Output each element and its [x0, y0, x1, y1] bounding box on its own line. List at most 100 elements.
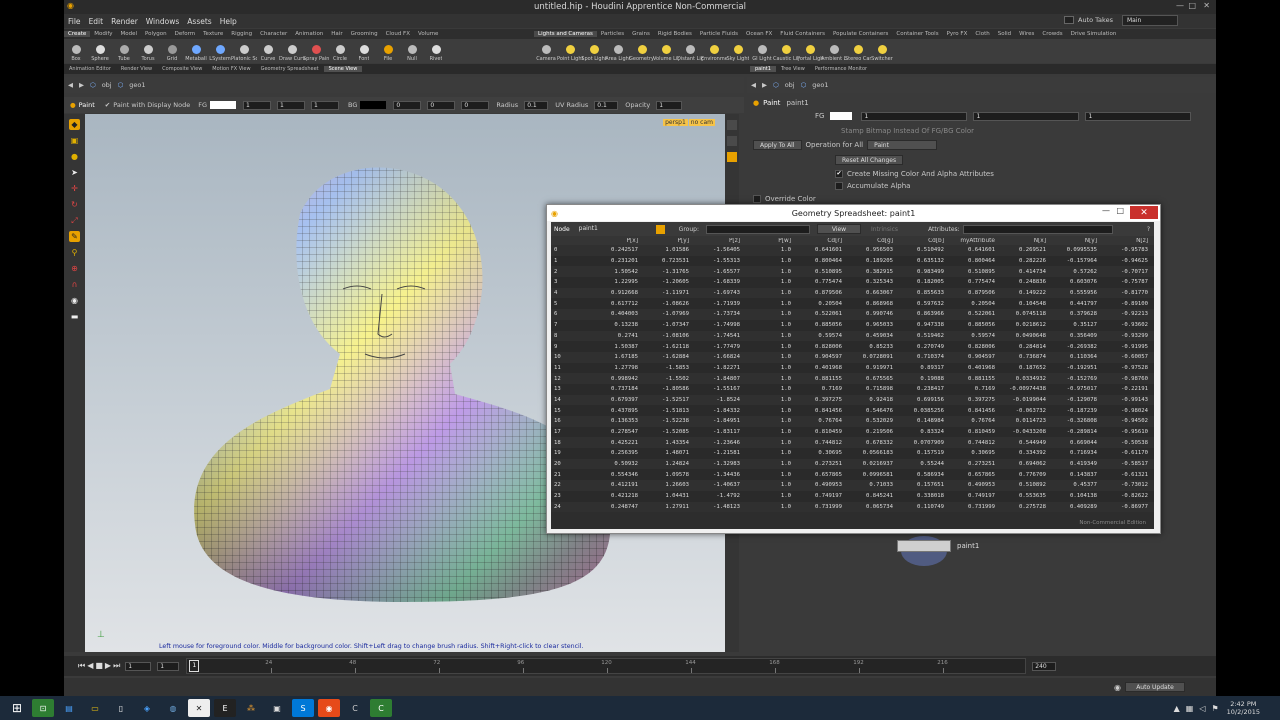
table-row[interactable]: 3 1.22995 -1.20605 -1.68339 1.0 0.775474 0.325… [551, 277, 1154, 288]
shelf-tab-texture[interactable]: Texture [199, 31, 227, 37]
column-header[interactable]: P[x] [591, 238, 642, 244]
params-path-obj[interactable]: obj [785, 81, 795, 89]
magnet-tool-icon[interactable]: ∩ [69, 279, 80, 290]
shelf-tool-ambient-lig[interactable]: Ambient Lig... [821, 40, 847, 62]
display-options-icon[interactable] [727, 120, 737, 130]
shelf-tab-particle-fluids[interactable]: Particle Fluids [696, 31, 742, 37]
shelf-tool-platonic-sol[interactable]: Platonic Sol... [231, 40, 257, 62]
column-header[interactable]: Cd[g] [846, 238, 897, 244]
table-row[interactable]: 10 1.67185 -1.62884 -1.66824 1.0 0.904597 0.07… [551, 351, 1154, 363]
shelf-tool-grid[interactable]: Grid [160, 40, 184, 62]
shelf-tool-torus[interactable]: Torus [136, 40, 160, 62]
end-frame-field[interactable]: 240 [1032, 661, 1057, 671]
shelf-tab-drive-simulation[interactable]: Drive Simulation [1067, 31, 1121, 37]
create-missing-checkbox[interactable]: ✔ [835, 169, 843, 178]
shelf-tab-wires[interactable]: Wires [1015, 31, 1038, 37]
shelf-tool-box[interactable]: Box [64, 40, 88, 62]
table-row[interactable]: 16 0.136353 -1.52238 -1.84951 1.0 0.76764 0.53… [551, 416, 1154, 427]
taskbar-vnc-icon[interactable]: ✕ [188, 699, 210, 717]
stamp-bitmap-label[interactable]: Stamp Bitmap Instead Of FG/BG Color [841, 127, 974, 135]
shelf-tool-metaball[interactable]: Metaball [184, 40, 208, 62]
table-row[interactable]: 11 1.27798 -1.5853 -1.82271 1.0 0.401968 0.919… [551, 362, 1154, 374]
auto-update-button[interactable]: Auto Update [1124, 682, 1185, 692]
shelf-tab-container-tools[interactable]: Container Tools [892, 31, 942, 37]
spreadsheet-close-button[interactable]: ✕ [1130, 206, 1158, 219]
table-row[interactable]: 15 0.437895 -1.51813 -1.84332 1.0 0.841456 0.5… [551, 405, 1154, 416]
pane-tab-animation-editor[interactable]: Animation Editor [64, 66, 116, 72]
timeline-track[interactable]: 1 24 48 72 96 120 144 168 192 216 [186, 658, 1027, 674]
taskbar-skype-icon[interactable]: S [292, 699, 314, 717]
shelf-tool-portal-light[interactable]: Portal Light [797, 40, 823, 62]
shelf-tab-polygon[interactable]: Polygon [141, 31, 171, 37]
shelf-tab-crowds[interactable]: Crowds [1038, 31, 1066, 37]
playback-controls-icon[interactable]: ⏮◀■▶⏭ [78, 661, 122, 671]
shelf-tab-volume[interactable]: Volume [414, 31, 442, 37]
table-row[interactable]: 13 0.737184 -1.80586 -1.55167 1.0 0.7169 0.715… [551, 383, 1154, 395]
params-back-icon[interactable]: ◀ [751, 81, 756, 89]
reset-all-changes-button[interactable]: Reset All Changes [835, 155, 904, 165]
shelf-tab-cloth[interactable]: Cloth [971, 31, 993, 37]
shelf-tool-rivet[interactable]: Rivet [424, 40, 448, 62]
shelf-tab-model[interactable]: Model [117, 31, 142, 37]
taskbar-houdini-icon[interactable]: ◉ [318, 699, 340, 717]
column-header[interactable]: myAttribute [948, 238, 999, 244]
snap-icon[interactable] [727, 152, 737, 162]
spreadsheet-maximize-icon[interactable]: □ [1116, 206, 1124, 215]
shelf-tab-populate-containers[interactable]: Populate Containers [829, 31, 892, 37]
shelf-tool-point-light[interactable]: Point Light [557, 40, 583, 62]
shelf-tab-create[interactable]: Create [64, 31, 91, 37]
column-header[interactable]: N[z] [1101, 238, 1152, 244]
shelf-tool-volume-light[interactable]: Volume Light [653, 40, 679, 62]
shelf-tool-font[interactable]: Font [352, 40, 376, 62]
select-tool-icon[interactable]: ◆ [69, 119, 80, 130]
close-icon[interactable]: ✕ [1203, 1, 1210, 10]
start-frame-field[interactable]: 1 [157, 661, 180, 671]
shelf-tool-sky-light[interactable]: Sky Light [726, 40, 750, 62]
fg-color-swatch[interactable] [210, 101, 236, 109]
table-row[interactable]: 14 0.679397 -1.52517 -1.8524 1.0 0.397275 0.92… [551, 394, 1154, 406]
column-header[interactable]: P[w] [744, 238, 795, 244]
table-row[interactable]: 23 0.421218 1.04431 -1.4792 1.0 0.749197 0.845… [551, 490, 1154, 502]
taskbar-browser-icon[interactable]: ◍ [162, 699, 184, 717]
column-header[interactable]: P[z] [693, 238, 744, 244]
shelf-tool-gi-light[interactable]: GI Light [750, 40, 774, 62]
menu-render[interactable]: Render [107, 17, 142, 26]
pane-tab-performance-monitor[interactable]: Performance Monitor [810, 66, 872, 72]
cam-tag[interactable]: no cam [688, 119, 715, 126]
taskbar-file-icon[interactable]: ▯ [110, 699, 132, 717]
view-button[interactable]: View [816, 224, 861, 234]
tray-expand-icon[interactable]: ▲ [1174, 704, 1180, 713]
table-row[interactable]: 2 1.50542 -1.31765 -1.65577 1.0 0.510895 0.382… [551, 266, 1154, 278]
bg-g-field[interactable]: 0 [427, 100, 456, 110]
shelf-tool-spot-light[interactable]: Spot Light [581, 40, 607, 62]
start-button-icon[interactable]: ⊞ [6, 699, 28, 717]
handle-tool-icon[interactable]: ⊕ [69, 263, 80, 274]
help-icon[interactable]: ? [1147, 226, 1150, 233]
column-header[interactable]: N[x] [999, 238, 1050, 244]
tray-network-icon[interactable]: ▦ [1186, 704, 1194, 713]
table-row[interactable]: 4 0.912668 -1.11971 -1.69743 1.0 0.879506 0.66… [551, 287, 1154, 299]
shelf-tab-cloud-fx[interactable]: Cloud FX [382, 31, 414, 37]
menu-edit[interactable]: Edit [85, 17, 108, 26]
bg-r-field[interactable]: 0 [393, 100, 422, 110]
taskbar-app-icon[interactable]: ⊡ [32, 699, 54, 717]
pane-tab-render-view[interactable]: Render View [116, 66, 157, 72]
shelf-tool-caustic-light[interactable]: Caustic Light [773, 40, 799, 62]
params-forward-icon[interactable]: ▶ [762, 81, 767, 89]
pane-tab-motion-fx-view[interactable]: Motion FX View [207, 66, 255, 72]
taskbar-apps-icon[interactable]: ⁂ [240, 699, 262, 717]
pose-tool-icon[interactable]: ⚲ [69, 247, 80, 258]
shelf-tab-ocean-fx[interactable]: Ocean FX [742, 31, 776, 37]
taskbar-epic-icon[interactable]: E [214, 699, 236, 717]
shading-icon[interactable] [727, 136, 737, 146]
auto-takes-checkbox[interactable] [1064, 16, 1074, 24]
pane-tab-paint1[interactable]: paint1 [750, 66, 776, 72]
table-row[interactable]: 9 1.50387 -1.62118 -1.77479 1.0 0.828006 0.852… [551, 341, 1154, 352]
params-path-geo[interactable]: geo1 [812, 81, 828, 89]
menu-windows[interactable]: Windows [142, 17, 183, 26]
taskbar-window-icon[interactable]: ▣ [266, 699, 288, 717]
table-row[interactable]: 8 0.2741 -1.08106 -1.74541 1.0 0.59574 0.45903… [551, 330, 1154, 342]
node-field[interactable]: paint1 [577, 225, 647, 234]
shelf-tool-area-light[interactable]: Area Light [605, 40, 631, 62]
shelf-tool-lsystem[interactable]: LSystem [208, 40, 232, 62]
